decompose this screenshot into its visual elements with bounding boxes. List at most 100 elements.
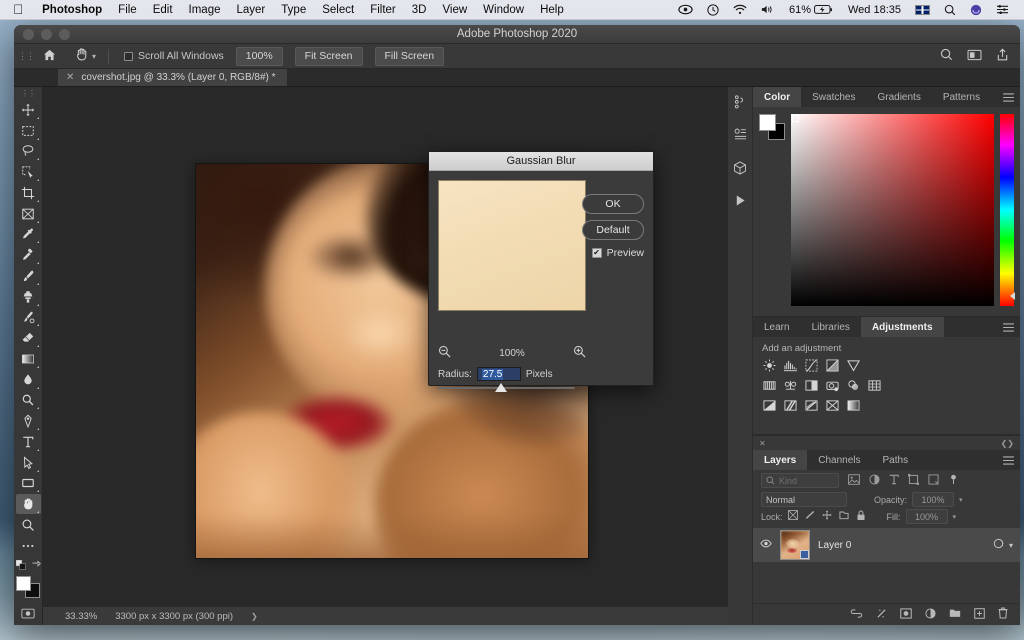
ok-button[interactable]: OK [582, 194, 644, 214]
blur-preview-thumbnail[interactable] [438, 180, 586, 311]
lasso-tool[interactable] [16, 142, 41, 162]
history-icon[interactable] [734, 95, 747, 114]
tab-libraries[interactable]: Libraries [801, 317, 861, 337]
slider-handle-icon[interactable] [495, 383, 507, 392]
crop-tool[interactable] [16, 183, 41, 203]
quick-selection-tool[interactable] [16, 162, 41, 182]
menu-item-filter[interactable]: Filter [362, 4, 404, 16]
rectangle-tool[interactable] [16, 474, 41, 494]
active-tool-indicator[interactable]: ▾ [71, 45, 99, 67]
battery-status[interactable]: 61% [782, 4, 841, 16]
type-filter-icon[interactable] [889, 474, 899, 488]
maximize-window-button[interactable] [59, 28, 70, 40]
selective-color-icon[interactable] [826, 399, 839, 412]
new-group-icon[interactable] [949, 608, 961, 621]
shape-filter-icon[interactable] [908, 473, 919, 488]
frame-tool[interactable] [16, 204, 41, 224]
chevron-down-icon[interactable]: ▾ [953, 513, 957, 521]
menu-item-select[interactable]: Select [314, 4, 362, 16]
spot-healing-brush-tool[interactable] [16, 245, 41, 265]
menu-bar-clock[interactable]: Wed 18:35 [841, 4, 908, 16]
channel-mixer-icon[interactable] [847, 379, 860, 392]
color-balance-icon[interactable] [784, 379, 797, 392]
zoom-100-button[interactable]: 100% [235, 46, 283, 66]
search-icon[interactable] [937, 4, 963, 16]
play-icon[interactable] [734, 194, 747, 212]
lock-artboard-icon[interactable] [838, 510, 849, 523]
menu-item-help[interactable]: Help [532, 4, 572, 16]
menu-item-image[interactable]: Image [181, 4, 229, 16]
path-selection-tool[interactable] [16, 453, 41, 473]
exposure-icon[interactable] [826, 359, 839, 372]
panel-menu-icon[interactable] [1003, 317, 1020, 337]
menu-item-edit[interactable]: Edit [145, 4, 181, 16]
edit-toolbar-tool[interactable] [16, 536, 41, 556]
move-tool[interactable] [16, 100, 41, 120]
hue-marker-icon[interactable] [1010, 292, 1015, 300]
hand-tool[interactable] [15, 494, 41, 514]
zoom-out-icon[interactable] [438, 345, 451, 361]
pixel-filter-icon[interactable] [848, 473, 860, 488]
hue-slider[interactable] [1000, 114, 1015, 306]
zoom-tool[interactable] [16, 515, 41, 535]
lock-transparent-icon[interactable] [787, 510, 798, 523]
tab-learn[interactable]: Learn [753, 317, 801, 337]
photo-filter-icon[interactable] [826, 379, 839, 392]
apple-icon[interactable]:  [0, 3, 34, 17]
lock-all-icon[interactable] [856, 510, 866, 524]
menu-item-file[interactable]: File [110, 4, 145, 16]
gaussian-blur-dialog[interactable]: Gaussian Blur 100% Radius: 27.5 Pixels O… [428, 151, 654, 392]
default-colors-icon[interactable] [15, 559, 26, 572]
3d-icon[interactable] [733, 161, 747, 180]
siri-icon[interactable] [963, 4, 989, 16]
tab-paths[interactable]: Paths [872, 450, 920, 470]
chevron-down-icon[interactable]: ▾ [1009, 541, 1013, 550]
clock-icon[interactable] [700, 3, 726, 16]
default-button[interactable]: Default [582, 220, 644, 240]
fill-input[interactable]: 100% [905, 509, 948, 524]
black-white-icon[interactable] [805, 379, 818, 392]
radius-input[interactable]: 27.5 [476, 367, 521, 381]
smart-filter-icon[interactable] [993, 538, 1004, 552]
levels-icon[interactable] [784, 359, 797, 372]
foreground-background-color[interactable] [16, 575, 40, 599]
blur-tool[interactable] [16, 370, 41, 390]
type-tool[interactable] [16, 432, 41, 452]
fill-screen-button[interactable]: Fill Screen [374, 46, 445, 66]
menu-item-view[interactable]: View [434, 4, 475, 16]
preview-checkbox[interactable]: ✔ Preview [591, 247, 644, 259]
eyedropper-tool[interactable] [16, 225, 41, 245]
foreground-color-swatch[interactable] [759, 114, 776, 131]
tab-patterns[interactable]: Patterns [932, 87, 991, 107]
fit-screen-button[interactable]: Fit Screen [294, 46, 363, 66]
opacity-input[interactable]: 100% [912, 492, 955, 507]
smart-object-filter-icon[interactable] [928, 473, 939, 488]
tab-layers[interactable]: Layers [753, 450, 808, 470]
adjustment-layer-icon[interactable] [925, 607, 936, 622]
tab-channels[interactable]: Channels [807, 450, 871, 470]
threshold-icon[interactable] [805, 399, 818, 412]
close-icon[interactable]: ✕ [759, 439, 766, 448]
search-icon[interactable] [940, 48, 953, 64]
filter-toggle-icon[interactable] [948, 474, 959, 488]
checkbox-box[interactable]: ✔ [591, 248, 602, 258]
color-controls-mini[interactable] [15, 559, 41, 572]
lock-image-icon[interactable] [805, 510, 815, 523]
menu-item-3d[interactable]: 3D [404, 4, 435, 16]
color-picker-marker[interactable] [792, 115, 799, 122]
history-brush-tool[interactable] [16, 308, 41, 328]
tab-swatches[interactable]: Swatches [801, 87, 866, 107]
clone-stamp-tool[interactable] [16, 287, 41, 307]
speaker-icon[interactable] [754, 4, 782, 15]
close-window-button[interactable] [23, 28, 34, 40]
eraser-tool[interactable] [16, 328, 41, 348]
invert-icon[interactable] [763, 399, 776, 412]
menu-item-type[interactable]: Type [273, 4, 314, 16]
layers-list[interactable]: Layer 0 ▾ [753, 525, 1020, 603]
radius-slider[interactable] [438, 383, 575, 392]
vibrance-icon[interactable] [847, 359, 860, 372]
adjustment-filter-icon[interactable] [869, 473, 880, 488]
zoom-level[interactable]: 33.33% [65, 611, 97, 622]
workspace-icon[interactable] [967, 49, 982, 64]
curves-icon[interactable] [805, 359, 818, 372]
